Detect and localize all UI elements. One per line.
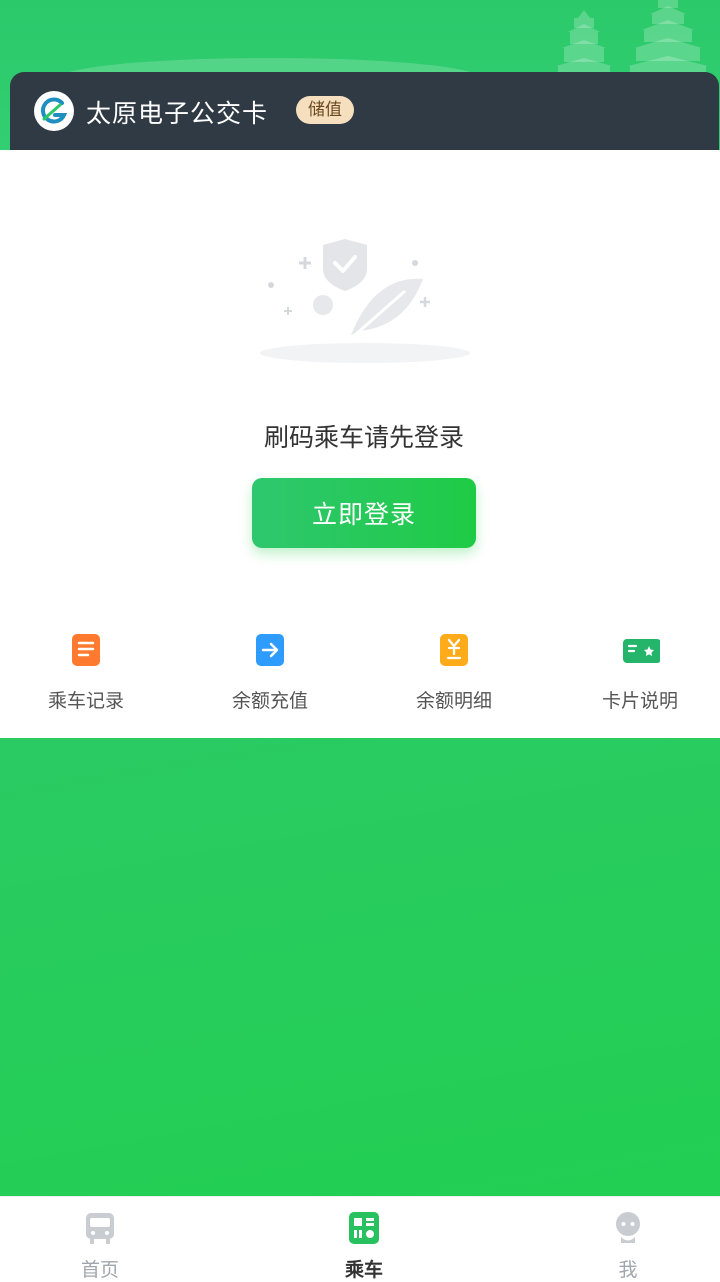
card-type-badge: 储值 xyxy=(296,96,354,124)
login-now-button[interactable]: 立即登录 xyxy=(252,478,476,548)
pagoda-right-icon xyxy=(628,0,708,75)
tab-home[interactable]: 首页 xyxy=(40,1197,160,1281)
profile-icon xyxy=(616,1212,640,1243)
tab-home-label: 首页 xyxy=(80,1259,119,1281)
card-title: 太原电子公交卡 xyxy=(86,99,269,128)
balance-detail-label: 余额明细 xyxy=(415,690,492,712)
login-required-illustration xyxy=(260,239,470,363)
ride-record-label: 乘车记录 xyxy=(47,690,124,712)
pagoda-left-icon xyxy=(556,10,612,75)
balance-detail-button[interactable]: 余额明细 xyxy=(364,620,544,720)
tab-profile-label: 我 xyxy=(618,1259,638,1281)
card-info-icon xyxy=(623,639,660,663)
login-prompt-text: 刷码乘车请先登录 xyxy=(263,423,464,452)
g-logo-icon xyxy=(34,91,74,131)
quick-actions-row: 乘车记录 余额充值 余额明细 卡片说明 xyxy=(0,620,720,720)
card-info-button[interactable]: 卡片说明 xyxy=(550,620,720,720)
recharge-icon xyxy=(256,634,284,666)
bus-icon xyxy=(86,1213,114,1244)
ride-record-icon xyxy=(72,634,100,666)
balance-detail-icon xyxy=(440,634,468,666)
top-banner: 太原电子公交卡 储值 xyxy=(0,0,720,150)
tab-profile[interactable]: 我 xyxy=(568,1197,688,1281)
tab-ride-label: 乘车 xyxy=(344,1259,383,1281)
recharge-label: 余额充值 xyxy=(231,690,308,712)
qr-code-icon xyxy=(349,1212,379,1244)
tab-ride[interactable]: 乘车 xyxy=(304,1197,424,1281)
green-background-area xyxy=(0,738,720,1196)
card-info-label: 卡片说明 xyxy=(601,690,678,712)
ride-record-button[interactable]: 乘车记录 xyxy=(0,620,176,720)
bottom-tab-bar: 首页 乘车 我 xyxy=(0,1196,720,1281)
recharge-button[interactable]: 余额充值 xyxy=(180,620,360,720)
card-header[interactable]: 太原电子公交卡 储值 xyxy=(10,72,719,150)
